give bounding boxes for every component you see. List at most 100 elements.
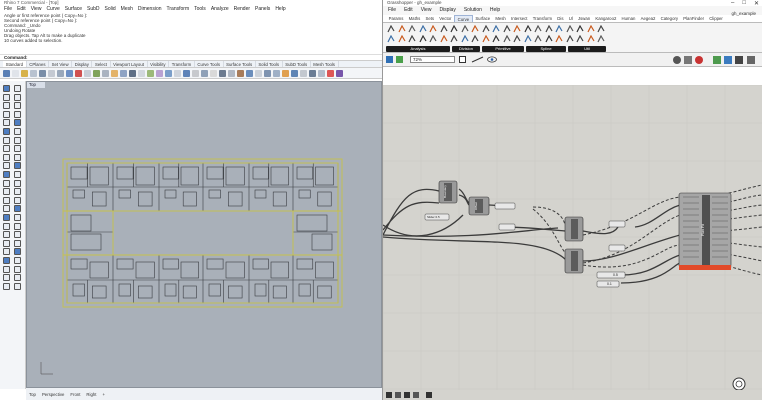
viewport-tab-right[interactable]: Right <box>86 392 96 397</box>
tab-solid-tools[interactable]: Solid Tools <box>256 61 283 67</box>
gh-menu-file[interactable]: File <box>388 6 396 15</box>
gh-tab-mesh[interactable]: Mesh <box>493 15 509 22</box>
toolbar-tool-icon[interactable] <box>291 69 298 77</box>
left-tool-icon[interactable] <box>14 214 21 221</box>
gh-tab-vector[interactable]: Vector <box>437 15 454 22</box>
rhino-menu-edit[interactable]: Edit <box>17 6 26 13</box>
left-tool-icon[interactable] <box>3 153 10 161</box>
left-tool-icon[interactable] <box>14 128 21 135</box>
toolbar-tool-icon[interactable] <box>201 69 208 77</box>
gh-component-icon[interactable] <box>429 34 437 43</box>
save-file-icon[interactable] <box>396 56 403 63</box>
toolbar-tool-icon[interactable] <box>102 69 109 77</box>
left-tool-icon[interactable] <box>3 93 10 101</box>
rhino-menu-file[interactable]: File <box>4 6 12 13</box>
toolbar-tool-icon[interactable] <box>309 69 316 77</box>
gh-component-icon[interactable] <box>408 34 416 43</box>
toolbar-tool-icon[interactable] <box>21 69 28 77</box>
rhino-menu-surface[interactable]: Surface <box>65 6 82 13</box>
gh-component-icon[interactable] <box>544 24 553 33</box>
toolbar-tool-icon[interactable] <box>282 69 289 77</box>
toolbar-tool-icon[interactable] <box>39 69 46 77</box>
left-tool-icon[interactable] <box>14 257 21 264</box>
gh-component-icon[interactable] <box>513 34 521 43</box>
left-tool-icon[interactable] <box>14 136 21 144</box>
tab-viewport-layout[interactable]: Viewport Layout <box>111 61 148 67</box>
toolbar-tool-icon[interactable] <box>210 69 217 77</box>
left-tool-icon[interactable] <box>3 265 10 273</box>
gh-component-icon[interactable] <box>408 24 416 33</box>
gh-component-icon[interactable] <box>576 34 584 43</box>
toolbar-tool-icon[interactable] <box>12 69 19 77</box>
maximize-icon[interactable]: □ <box>742 0 746 7</box>
toolbar-tool-icon[interactable] <box>129 69 136 77</box>
gh-component-icon[interactable] <box>555 24 563 33</box>
left-tool-icon[interactable] <box>3 162 10 170</box>
group-spline[interactable]: Spline <box>526 46 566 52</box>
gh-tab-jswan[interactable]: Jswan <box>575 15 592 22</box>
gh-tab-transform[interactable]: Transform <box>530 15 555 22</box>
gh-component-icon[interactable] <box>439 24 448 33</box>
slider-label[interactable]: Slider 0.5 <box>427 214 440 220</box>
gh-component-icon[interactable] <box>418 24 427 33</box>
left-tool-icon[interactable] <box>14 145 21 153</box>
gh-component-icon[interactable] <box>534 24 542 33</box>
toolbar-tool-icon[interactable] <box>3 69 10 77</box>
toolbar-tool-icon[interactable] <box>156 69 163 77</box>
tab-visibility[interactable]: Visibility <box>148 61 170 67</box>
gh-menu-view[interactable]: View <box>421 6 432 15</box>
gh-menu-display[interactable]: Display <box>439 6 455 15</box>
gh-component-icon[interactable] <box>481 24 490 33</box>
left-tool-icon[interactable] <box>14 179 21 187</box>
gh-tab-category[interactable]: Category <box>658 15 681 22</box>
panel-b-value[interactable]: 0.1 <box>607 281 612 287</box>
gh-component-icon[interactable] <box>586 24 595 33</box>
tab-subd-tools[interactable]: SubD Tools <box>283 61 311 67</box>
gh-component-icon[interactable] <box>597 24 605 33</box>
gh-component-icon[interactable] <box>492 34 500 43</box>
left-tool-icon[interactable] <box>3 257 10 264</box>
gh-tab-aegea2[interactable]: Aegea2 <box>638 15 658 22</box>
toolbar-tool-icon[interactable] <box>66 69 73 77</box>
gh-component-icon[interactable] <box>460 24 469 33</box>
toolbar-tool-icon[interactable] <box>48 69 55 77</box>
toolbar-tool-icon[interactable] <box>327 69 334 77</box>
toolbar-tool-icon[interactable] <box>93 69 100 77</box>
gh-component-icon[interactable] <box>544 34 553 43</box>
gh-component-icon[interactable] <box>513 24 521 33</box>
left-tool-icon[interactable] <box>14 248 21 256</box>
rhino-menu-subd[interactable]: SubD <box>87 6 100 13</box>
left-tool-icon[interactable] <box>3 136 10 144</box>
tab-transform[interactable]: Transform <box>169 61 195 67</box>
left-tool-icon[interactable] <box>3 110 10 118</box>
gh-component-icon[interactable] <box>565 24 574 33</box>
left-tool-icon[interactable] <box>3 128 10 135</box>
left-tool-icon[interactable] <box>3 179 10 187</box>
rhino-menu-help[interactable]: Help <box>275 6 285 13</box>
gh-component-icon[interactable] <box>418 34 427 43</box>
left-tool-icon[interactable] <box>3 248 10 256</box>
zoom-extents-icon[interactable] <box>459 56 466 63</box>
left-tool-icon[interactable] <box>14 231 21 239</box>
rhino-menu-panels[interactable]: Panels <box>255 6 270 13</box>
group-primitive[interactable]: Primitive <box>482 46 524 52</box>
toolbar-tool-icon[interactable] <box>273 69 280 77</box>
status-icon[interactable] <box>386 392 392 398</box>
gh-component-icon[interactable] <box>450 34 458 43</box>
gh-canvas[interactable]: Boundary Offset Slider 0.5 0.5 0.1 Plan … <box>383 85 762 390</box>
add-viewport-tab[interactable]: + <box>102 392 105 397</box>
toolbar-tool-icon[interactable] <box>174 69 181 77</box>
left-tool-icon[interactable] <box>3 205 10 213</box>
left-tool-icon[interactable] <box>3 171 10 178</box>
left-tool-icon[interactable] <box>3 282 10 290</box>
gh-component-icon[interactable] <box>397 34 406 43</box>
left-tool-icon[interactable] <box>14 171 21 178</box>
gh-component-icon[interactable] <box>523 34 532 43</box>
tab-select[interactable]: Select <box>92 61 111 67</box>
left-tool-icon[interactable] <box>3 274 10 282</box>
left-tool-icon[interactable] <box>14 153 21 161</box>
status-icon[interactable] <box>426 392 432 398</box>
gh-tab-clipper[interactable]: Clipper <box>707 15 726 22</box>
gh-component-icon[interactable] <box>471 34 479 43</box>
left-tool-icon[interactable] <box>14 205 21 213</box>
